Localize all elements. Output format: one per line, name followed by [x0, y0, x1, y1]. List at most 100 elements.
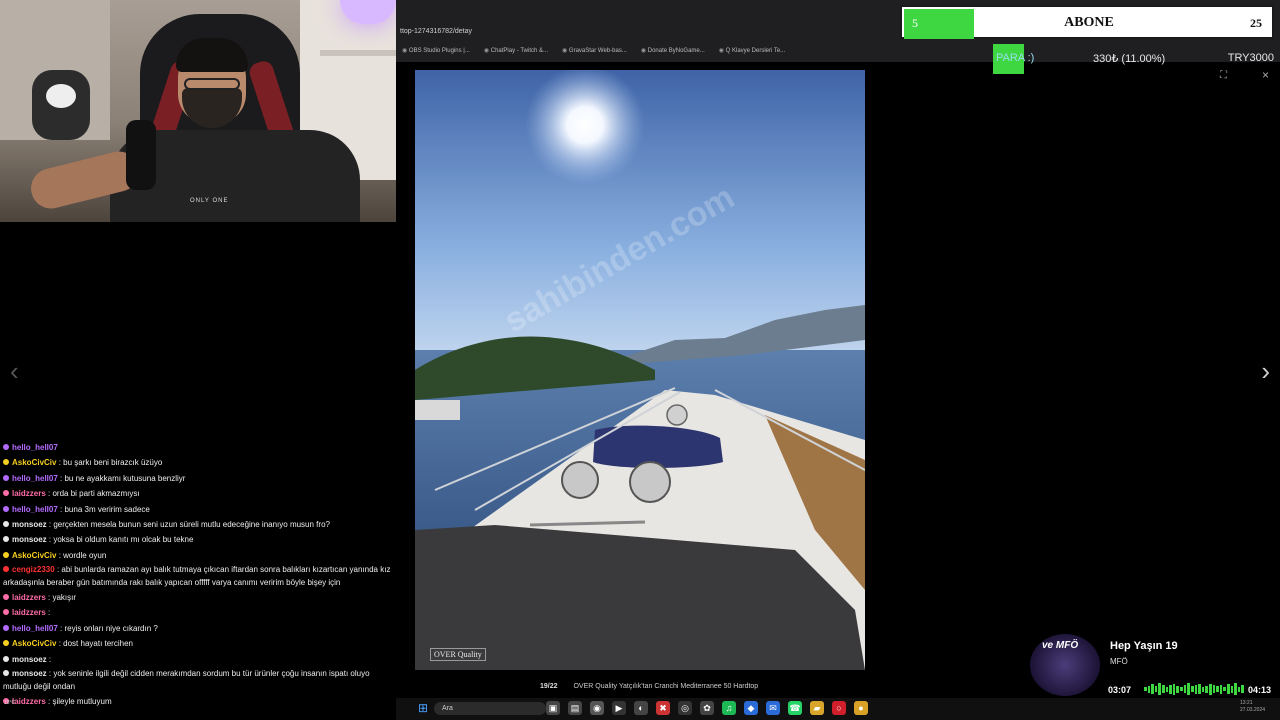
- bookmark-item[interactable]: Q Klavye Dersleri Te...: [719, 47, 786, 54]
- photo-counter: 19/22: [540, 683, 558, 690]
- chat-message: monsoez : gerçekten mesela bunun seni uz…: [0, 517, 396, 532]
- chat-username[interactable]: hello_hell07: [12, 474, 58, 483]
- chat-message: monsoez : yok seninle ilgili değil cidde…: [0, 667, 396, 694]
- chat-badge-icon: [3, 609, 9, 616]
- chat-text: : dost hayatı tercihen: [58, 639, 133, 649]
- taskbar-apps: ▣ ▤ ◉ ▶ ◐ ✖ ◎ ✿ ♫ ◆ ✉ ☎ ▰ ○ ●: [546, 701, 868, 715]
- chat-username[interactable]: monsoez: [12, 535, 47, 544]
- chat-badge-icon: [3, 640, 9, 647]
- chat-badge-icon: [3, 474, 9, 481]
- app-icon[interactable]: ◐: [634, 701, 648, 715]
- file-explorer-icon[interactable]: ▤: [568, 701, 582, 715]
- chat-username[interactable]: cengiz2330: [12, 565, 55, 574]
- equalizer-visual: [1144, 683, 1245, 695]
- chat-overlay: hello_hell07 AskoCivCiv : bu şarkı beni …: [0, 440, 396, 709]
- taskbar-search-input[interactable]: Ara: [434, 702, 546, 715]
- donation-amount: 330₺ (11.00%): [1093, 53, 1166, 65]
- chat-username[interactable]: AskoCivCiv: [12, 551, 56, 560]
- chat-username[interactable]: AskoCivCiv: [12, 639, 56, 648]
- listing-photo[interactable]: [415, 70, 865, 670]
- chat-badge-icon: [3, 536, 9, 543]
- album-art-text: ve MFÖ: [1042, 640, 1079, 651]
- chat-badge-icon: [3, 566, 9, 573]
- bookmark-item[interactable]: ChatPlay - Twitch &...: [484, 47, 548, 54]
- chat-text: : buna 3m veririm sadece: [60, 504, 150, 514]
- app-icon[interactable]: ▶: [612, 701, 626, 715]
- chat-username[interactable]: laidzzers: [12, 697, 46, 706]
- windows-start-icon[interactable]: ⊞: [418, 702, 430, 714]
- folder-icon[interactable]: ▰: [810, 701, 824, 715]
- whatsapp-icon[interactable]: ☎: [788, 701, 802, 715]
- previous-arrow-icon[interactable]: ‹: [10, 356, 19, 387]
- chat-badge-icon: [3, 670, 9, 677]
- chat-username[interactable]: hello_hell07: [12, 505, 58, 514]
- webcam-feed: ONLY ONE: [0, 0, 396, 222]
- bookmark-item[interactable]: Donate ByNoGame...: [641, 47, 705, 54]
- weather-widget[interactable]: 18°C: [4, 700, 15, 706]
- chat-badge-icon: [3, 505, 9, 512]
- song-title: Hep Yaşın 19: [1110, 640, 1178, 652]
- chat-message: laidzzers : orda bi parti akmazmıysı: [0, 486, 396, 501]
- donation-goal-widget: PARA :) 330₺ (11.00%) TRY3000: [900, 44, 1274, 74]
- clock-date: 27.03.2024: [1240, 707, 1266, 713]
- chat-username[interactable]: AskoCivCiv: [12, 458, 56, 467]
- spotify-icon[interactable]: ♫: [722, 701, 736, 715]
- chat-username[interactable]: laidzzers: [12, 489, 46, 498]
- task-view-icon[interactable]: ▣: [546, 701, 560, 715]
- chat-message: laidzzers : yakışır: [0, 590, 396, 605]
- donation-goal-label: PARA :): [996, 52, 1035, 64]
- app-icon[interactable]: ✿: [700, 701, 714, 715]
- chat-text: : abi bunlarda ramazan ayı balık tutmaya…: [3, 565, 391, 587]
- bookmark-item[interactable]: OBS Studio Plugins |...: [402, 47, 470, 54]
- clock-time: 13:21: [1240, 700, 1253, 706]
- chat-text: : şileyle mutluyum: [48, 696, 112, 706]
- subscriber-goal-target: 25: [1250, 16, 1262, 30]
- chat-badge-icon: [3, 444, 9, 450]
- chat-username[interactable]: monsoez: [12, 520, 47, 529]
- chat-badge-icon: [3, 655, 9, 662]
- next-arrow-icon[interactable]: ›: [1261, 356, 1270, 387]
- photo-title: OVER Quality Yatçılık'tan Cranchi Medite…: [573, 683, 759, 690]
- chat-badge-icon: [3, 551, 9, 558]
- chat-username[interactable]: monsoez: [12, 669, 47, 678]
- chat-badge-icon: [3, 594, 9, 601]
- chat-message: AskoCivCiv : bu şarkı beni birazcık üzüy…: [0, 455, 396, 470]
- total-time: 04:13: [1248, 685, 1272, 695]
- obs-icon[interactable]: ◉: [590, 701, 604, 715]
- chat-text: : yok seninle ilgili değil cidden merakı…: [3, 669, 370, 691]
- chat-text: : bu ne ayakkamı kutusuna benzliyr: [60, 473, 186, 483]
- chat-username[interactable]: monsoez: [12, 655, 47, 664]
- chat-message: AskoCivCiv : wordle oyun: [0, 548, 396, 563]
- album-art: ve MFÖ: [1030, 634, 1100, 696]
- mail-icon[interactable]: ✉: [766, 701, 780, 715]
- chat-message: monsoez :: [0, 652, 396, 667]
- chat-message: laidzzers : şileyle mutluyum: [0, 694, 396, 709]
- opera-icon[interactable]: ○: [832, 701, 846, 715]
- shirt-text: ONLY ONE: [190, 198, 229, 204]
- system-clock[interactable]: 13:21 27.03.2024: [1240, 700, 1265, 714]
- app-icon[interactable]: ◎: [678, 701, 692, 715]
- chat-text: : reyis onları niye cıkardın ?: [60, 623, 158, 633]
- photo-caption: 19/22 OVER Quality Yatçılık'tan Cranchi …: [540, 683, 758, 690]
- chat-username[interactable]: hello_hell07: [12, 624, 58, 633]
- chrome-icon[interactable]: ●: [854, 701, 868, 715]
- chat-username[interactable]: laidzzers: [12, 593, 46, 602]
- chat-username[interactable]: hello_hell07: [12, 443, 58, 452]
- chat-text: : wordle oyun: [58, 550, 107, 560]
- chat-text: :: [48, 654, 52, 664]
- chat-text: :: [48, 608, 51, 618]
- address-bar[interactable]: ttop-1274316782/detay: [396, 24, 900, 40]
- subscriber-goal-label: ABONE: [1064, 15, 1114, 30]
- chat-message: cengiz2330 : abi bunlarda ramazan ayı ba…: [0, 563, 396, 590]
- bookmark-item[interactable]: GravaStar Web-bas...: [562, 47, 627, 54]
- chat-message: laidzzers :: [0, 605, 396, 620]
- current-time: 03:07: [1108, 685, 1132, 695]
- chat-text: : yoksa bi oldum kanıtı mı olcak bu tekn…: [48, 535, 194, 545]
- app-icon[interactable]: ◆: [744, 701, 758, 715]
- now-playing-widget: ve MFÖ Hep Yaşın 19 MFÖ 03:07 04:13: [1030, 634, 1278, 696]
- app-icon[interactable]: ✖: [656, 701, 670, 715]
- donation-goal-target: TRY3000: [1227, 52, 1274, 64]
- chat-username[interactable]: laidzzers: [12, 608, 46, 617]
- chat-message: hello_hell07 : bu ne ayakkamı kutusuna b…: [0, 471, 396, 486]
- chat-badge-icon: [3, 459, 9, 466]
